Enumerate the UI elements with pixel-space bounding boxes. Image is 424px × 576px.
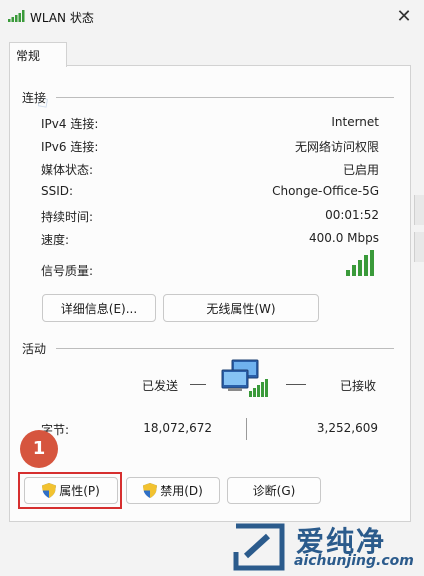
- sent-dash: [190, 384, 206, 385]
- diagnose-button-label: 诊断(G): [252, 484, 296, 498]
- activity-section-label: 活动: [22, 342, 47, 356]
- tab-general[interactable]: 常规: [9, 42, 67, 67]
- ipv6-label: IPv6 连接:: [41, 140, 99, 154]
- speed-value: 400.0 Mbps: [308, 231, 379, 245]
- close-button[interactable]: ✕: [390, 4, 418, 30]
- ssid-label: SSID:: [41, 184, 74, 198]
- ipv6-value: 无网络访问权限: [294, 140, 379, 154]
- wireless-properties-button-label: 无线属性(W): [206, 301, 276, 316]
- signal-strength-icon: [346, 250, 374, 276]
- network-computers-icon: [221, 359, 268, 397]
- details-button-label: 详细信息(E)...: [60, 301, 138, 316]
- window-title: WLAN 状态: [30, 11, 94, 25]
- details-button[interactable]: 详细信息(E)...: [42, 294, 156, 322]
- background-window-fragment: [414, 232, 424, 262]
- received-dash: [286, 384, 306, 385]
- connection-divider: [56, 97, 394, 98]
- disable-button-label: 禁用(D): [160, 484, 203, 498]
- wifi-signal-icon: [8, 10, 25, 22]
- background-window-fragment: [414, 195, 424, 225]
- ipv4-value: Internet: [331, 115, 379, 129]
- diagnose-button[interactable]: 诊断(G): [227, 477, 321, 504]
- signal-quality-label: 信号质量:: [41, 264, 94, 278]
- media-state-value: 已启用: [342, 163, 379, 177]
- close-icon: ✕: [396, 6, 412, 27]
- bytes-divider: [246, 418, 247, 440]
- connection-section-label: 连接: [22, 91, 47, 105]
- bytes-sent-value: 18,072,672: [143, 421, 212, 435]
- duration-label: 持续时间:: [41, 210, 94, 224]
- properties-highlight-box: [18, 472, 122, 509]
- sent-label: 已发送: [142, 379, 179, 393]
- activity-divider: [56, 348, 394, 349]
- step-number-badge: 1: [20, 430, 58, 468]
- watermark-logo-icon: [233, 523, 285, 571]
- speed-label: 速度:: [41, 233, 70, 247]
- duration-value: 00:01:52: [325, 208, 379, 222]
- tab-general-label: 常规: [16, 49, 41, 63]
- disable-button[interactable]: 禁用(D): [126, 477, 220, 504]
- received-label: 已接收: [340, 379, 377, 393]
- ssid-value: Chonge-Office-5G: [272, 184, 379, 198]
- media-state-label: 媒体状态:: [41, 163, 94, 177]
- wireless-properties-button[interactable]: 无线属性(W): [163, 294, 319, 322]
- uac-shield-icon: [143, 483, 158, 498]
- ipv4-label: IPv4 连接:: [41, 117, 99, 131]
- watermark-url: aichunjing.com: [294, 553, 414, 569]
- bytes-received-value: 3,252,609: [316, 421, 378, 435]
